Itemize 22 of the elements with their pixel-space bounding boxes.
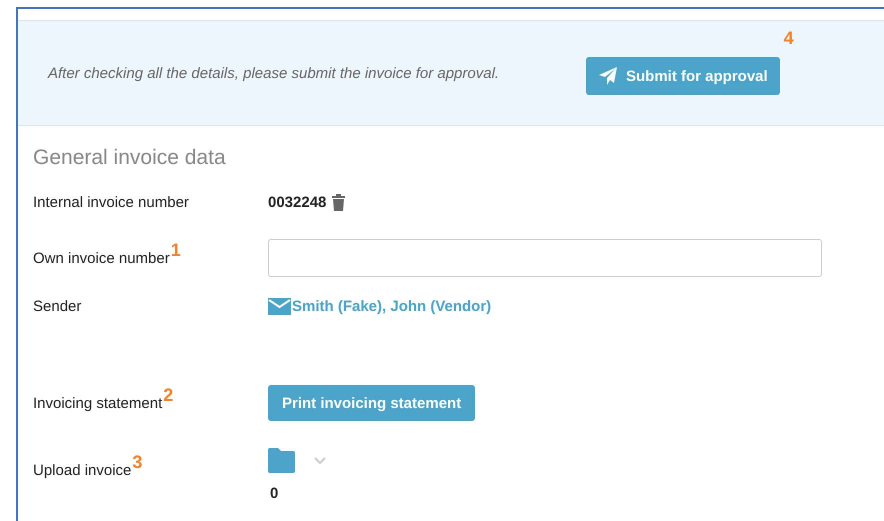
- input-field[interactable]: [268, 239, 822, 277]
- callout-number: 4: [784, 28, 794, 49]
- field-label: Upload invoice: [33, 462, 132, 478]
- trash-icon[interactable]: [332, 194, 346, 210]
- field-label: Own invoice number: [33, 250, 170, 266]
- callout-number: 2: [163, 384, 174, 406]
- section-title: General invoice data: [33, 146, 227, 170]
- callout-number: 1: [170, 240, 181, 260]
- file-count: 0: [269, 485, 278, 502]
- submit-button[interactable]: Submit for approval: [586, 57, 780, 95]
- field-label: Invoicing statement: [33, 394, 162, 412]
- paper-plane-icon: [598, 66, 618, 86]
- folder-icon[interactable]: [268, 448, 295, 473]
- chevron-down-icon[interactable]: [314, 456, 326, 464]
- sender-link[interactable]: Smith (Fake), John (Vendor): [268, 298, 492, 314]
- callout-number: 3: [132, 452, 142, 472]
- envelope-icon: [268, 298, 291, 314]
- print-button[interactable]: Print invoicing statement: [268, 385, 476, 421]
- field-label: Sender: [33, 298, 82, 314]
- invoice-number: 0032248: [268, 194, 326, 210]
- notice-text: After checking all the details, please submit the invoice for approval.: [48, 64, 500, 82]
- field-label: Internal invoice number: [33, 194, 189, 210]
